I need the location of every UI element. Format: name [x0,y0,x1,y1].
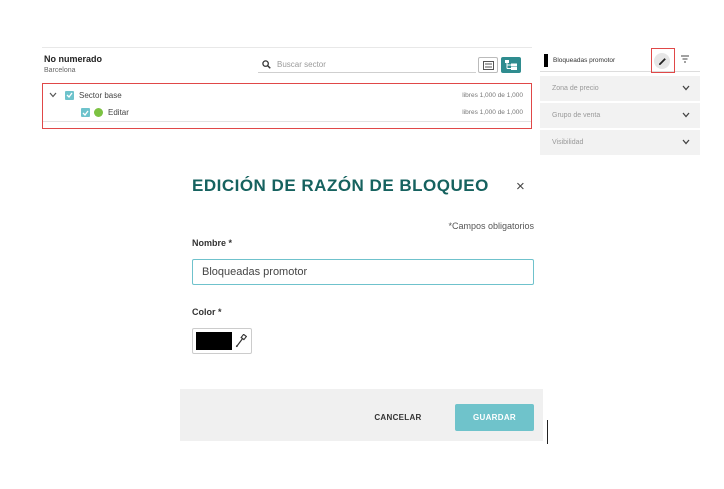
tree-row-sector-base[interactable]: Sector base libres 1,000 de 1,000 [43,86,531,104]
availability-count: libres 1,000 de 1,000 [462,109,523,116]
eyedropper-icon[interactable] [235,334,247,348]
accordion-zona-de-precio[interactable]: Zona de precio [540,76,700,102]
chevron-down-icon [682,139,690,145]
cancel-button[interactable]: CANCELAR [360,406,436,428]
accordion-visibilidad[interactable]: Visibilidad [540,130,700,156]
status-dot [94,108,103,117]
accordion-label: Visibilidad [552,139,584,146]
search-bar [258,57,476,73]
mouse-text-cursor [547,420,548,444]
name-field[interactable] [192,259,534,285]
accordion-label: Grupo de venta [552,112,601,119]
chevron-down-icon[interactable] [49,92,57,98]
availability-count: libres 1,000 de 1,000 [462,91,523,99]
close-icon[interactable]: × [516,178,525,195]
pencil-icon [658,57,666,65]
tree-row-label: Sector base [79,90,122,100]
sector-base-checkbox[interactable] [65,90,74,100]
tree-row-label: Editar [108,108,129,117]
tree-view-icon [505,60,517,70]
page-subtitle: Barcelona [44,67,76,74]
sector-tree: Sector base libres 1,000 de 1,000 Editar… [42,83,532,129]
tree-row-editar[interactable]: Editar libres 1,000 de 1,000 [43,104,531,122]
filter-icon[interactable] [680,54,690,64]
save-button[interactable]: GUARDAR [455,404,534,431]
block-reason-label: Bloqueadas promotor [553,57,616,64]
page-title: No numerado [44,54,103,64]
required-fields-note: *Campos obligatorios [448,221,534,231]
accordion-grupo-de-venta[interactable]: Grupo de venta [540,103,700,129]
list-view-button[interactable] [478,57,498,73]
search-icon [262,60,271,69]
edit-button[interactable] [654,53,670,69]
color-swatch[interactable] [196,332,232,350]
editar-checkbox[interactable] [81,108,90,117]
checkmark-icon [66,92,73,98]
list-view-icon [482,60,494,70]
chevron-down-icon [682,112,690,118]
modal-title: EDICIÓN DE RAZÓN DE BLOQUEO [192,176,489,195]
color-picker[interactable] [192,328,252,354]
block-reason-color-swatch [544,54,548,67]
color-field-label: Color * [192,307,222,317]
accordion-label: Zona de precio [552,85,599,92]
tree-view-button[interactable] [501,57,521,73]
name-field-label: Nombre * [192,238,233,248]
checkmark-icon [82,110,89,116]
block-reason-selector[interactable]: Bloqueadas promotor [540,48,700,73]
search-input[interactable] [277,60,457,69]
chevron-down-icon [682,85,690,91]
header-divider [42,47,532,48]
